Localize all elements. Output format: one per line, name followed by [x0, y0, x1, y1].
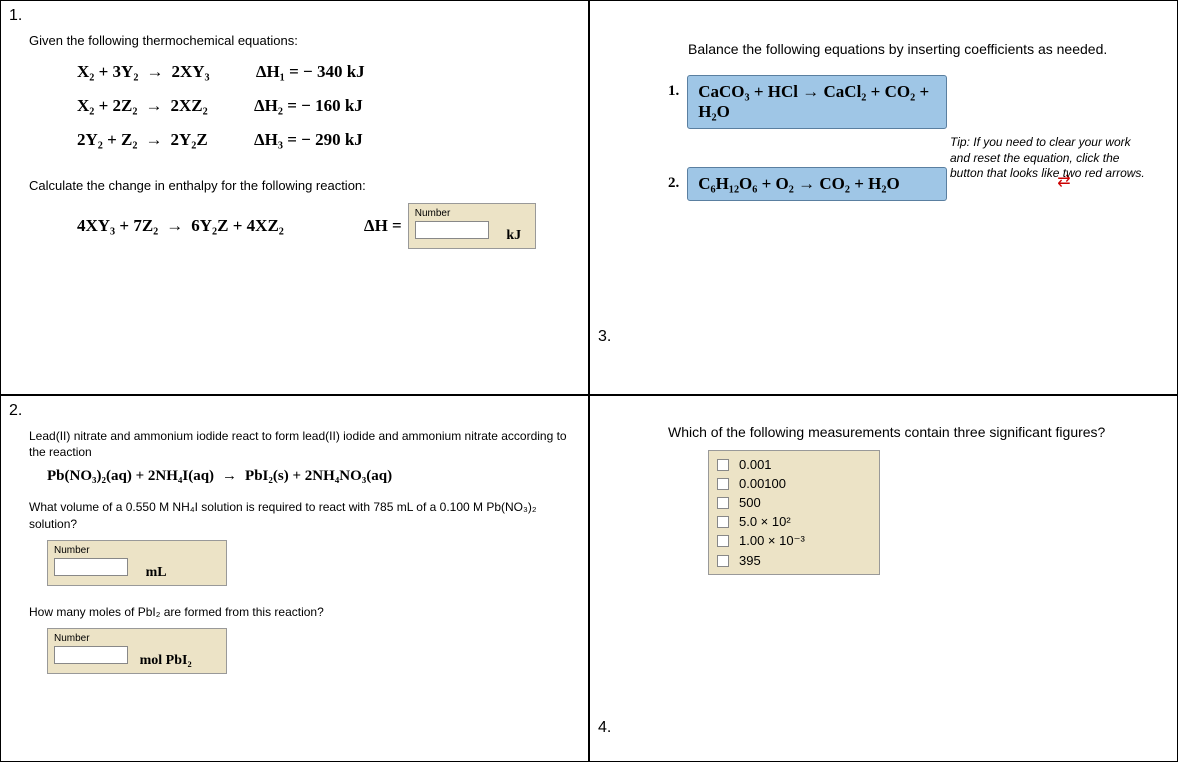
q1-intro: Given the following thermochemical equat…	[29, 33, 570, 48]
balance-box-1[interactable]: CaCO₃ + HCl → CaCl₂ + CO₂ + H₂O	[687, 75, 947, 129]
checkbox[interactable]	[717, 497, 729, 509]
list-item: 1.00 × 10⁻³	[709, 531, 879, 551]
q2-answer1-input[interactable]	[54, 558, 128, 576]
q2-number: 2.	[9, 402, 22, 420]
checkbox[interactable]	[717, 516, 729, 528]
q2-ask2: How many moles of PbI₂ are formed from t…	[29, 604, 570, 620]
q2-ask1: What volume of a 0.550 M NH₄I solution i…	[29, 499, 570, 531]
question-2: 2. Lead(II) nitrate and ammonium iodide …	[0, 395, 589, 762]
q2-answer2-box: Number mol PbI₂	[47, 628, 227, 674]
q1-eq1: X₂ + 3Y₂→2XY₃ ΔH₁ = − 340 kJ	[77, 62, 570, 82]
balance-row-1: 1. CaCO₃ + HCl → CaCl₂ + CO₂ + H₂O	[668, 75, 1159, 129]
q1-eq3: 2Y₂ + Z₂→2Y₂Z ΔH₃ = − 290 kJ	[77, 130, 570, 150]
q1-calc-text: Calculate the change in enthalpy for the…	[29, 178, 570, 193]
q1-answer-input[interactable]	[415, 221, 489, 239]
balance-and-q3-top: Balance the following equations by inser…	[589, 0, 1178, 395]
checkbox[interactable]	[717, 459, 729, 471]
number-label: Number	[415, 208, 529, 219]
checkbox[interactable]	[717, 535, 729, 547]
q2-unit1: mL	[146, 565, 167, 580]
q3-number: 3.	[598, 328, 611, 346]
q1-eq2: X₂ + 2Z₂→2XZ₂ ΔH₂ = − 160 kJ	[77, 96, 570, 116]
number-label: Number	[54, 633, 220, 644]
q1-answer-box: Number kJ	[408, 203, 536, 249]
sigfig-question: Which of the following measurements cont…	[668, 424, 1159, 440]
q2-intro: Lead(II) nitrate and ammonium iodide rea…	[29, 428, 570, 460]
q4-number: 4.	[598, 719, 611, 737]
sigfig-and-q4: Which of the following measurements cont…	[589, 395, 1178, 762]
list-item: 0.00100	[709, 474, 879, 493]
q2-answer2-input[interactable]	[54, 646, 128, 664]
q1-final-eq: 4XY₃ + 7Z₂→6Y₂Z + 4XZ₂	[77, 216, 284, 236]
balance-intro: Balance the following equations by inser…	[688, 41, 1159, 57]
q2-unit2: mol PbI₂	[140, 653, 192, 668]
checkbox[interactable]	[717, 555, 729, 567]
checkbox[interactable]	[717, 478, 729, 490]
q1-number: 1.	[9, 7, 22, 25]
q1-unit: kJ	[506, 228, 521, 243]
q2-answer1-box: Number mL	[47, 540, 227, 586]
balance-box-2[interactable]: C₆H₁₂O₆ + O₂ → CO₂ + H₂O	[687, 167, 947, 201]
q2-equation: Pb(NO₃)₂(aq) + 2NH₄I(aq)→PbI₂(s) + 2NH₄N…	[47, 468, 570, 485]
list-item: 500	[709, 493, 879, 512]
balance-tip: Tip: If you need to clear your work and …	[950, 135, 1150, 182]
sigfig-options: 0.001 0.00100 500 5.0 × 10² 1.00 × 10⁻³ …	[708, 450, 880, 575]
q1-dh-label: ΔH =	[364, 216, 402, 236]
list-item: 395	[709, 551, 879, 570]
list-item: 0.001	[709, 455, 879, 474]
number-label: Number	[54, 545, 220, 556]
list-item: 5.0 × 10²	[709, 512, 879, 531]
question-1: 1. Given the following thermochemical eq…	[0, 0, 589, 395]
